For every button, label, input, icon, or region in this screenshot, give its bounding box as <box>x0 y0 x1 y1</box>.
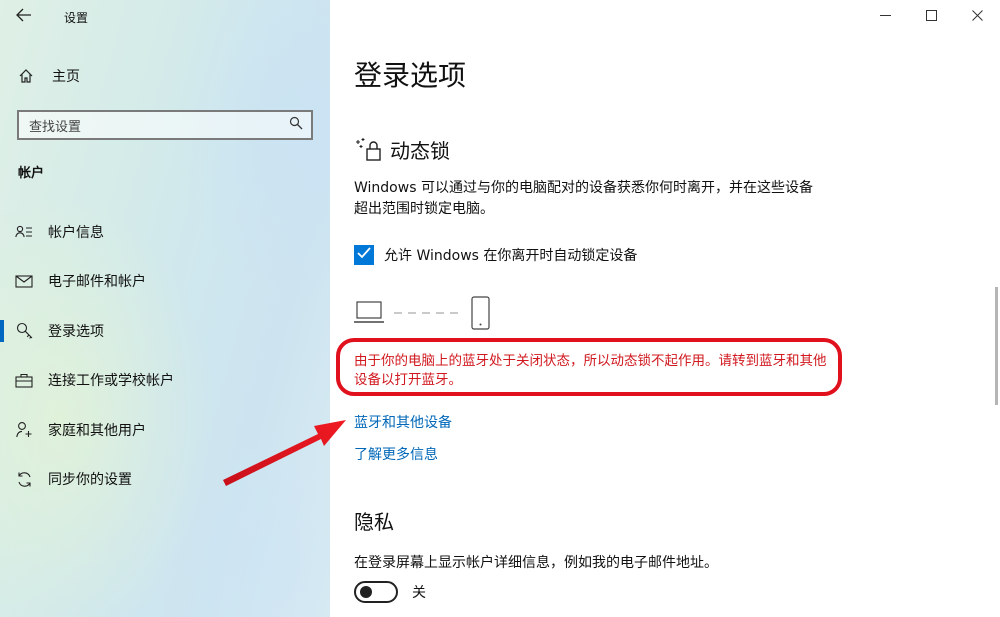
dynamic-lock-checkbox-row[interactable]: 允许 Windows 在你离开时自动锁定设备 <box>354 245 637 265</box>
laptop-icon <box>354 301 384 323</box>
sidebar-nav: 帐户信息 电子邮件和帐户 登录选项 连接工作或学校帐户 家庭和其他用户 同步你的… <box>0 207 330 504</box>
back-button[interactable] <box>0 0 48 34</box>
sidebar-item-label: 连接工作或学校帐户 <box>48 373 174 390</box>
sidebar-item-label: 电子邮件和帐户 <box>48 274 146 291</box>
page-title: 登录选项 <box>354 59 467 92</box>
maximize-button[interactable] <box>908 0 954 34</box>
back-arrow-icon <box>16 7 32 27</box>
search-icon <box>289 116 303 134</box>
person-add-icon <box>0 421 48 438</box>
privacy-heading: 隐私 <box>354 510 394 534</box>
dynamic-lock-checkbox[interactable] <box>354 245 374 265</box>
dynamic-lock-icon <box>354 136 386 164</box>
home-label: 主页 <box>52 69 80 85</box>
sidebar-item-home[interactable]: 主页 <box>0 58 330 94</box>
sidebar-item-sign-in-options[interactable]: 登录选项 <box>0 306 330 356</box>
scrollbar[interactable] <box>995 287 998 405</box>
dynamic-lock-heading: 动态锁 <box>390 139 450 163</box>
account-info-icon <box>0 225 48 239</box>
sync-icon <box>0 471 48 488</box>
phone-icon <box>471 296 490 330</box>
section-title: 帐户 <box>18 166 45 181</box>
sidebar-item-email[interactable]: 电子邮件和帐户 <box>0 257 330 307</box>
title-bar: 设置 <box>0 0 330 34</box>
sidebar: 设置 主页 查找设置 帐户 帐户信息 电子邮件和帐户 登录选项 连接工作或学校帐… <box>0 0 330 617</box>
checkmark-icon <box>357 247 371 263</box>
sidebar-item-label: 同步你的设置 <box>48 472 132 489</box>
minimize-icon <box>879 9 891 25</box>
privacy-toggle-row[interactable]: 关 <box>354 581 426 603</box>
mail-icon <box>0 275 48 288</box>
minimize-button[interactable] <box>862 0 908 34</box>
window-title: 设置 <box>64 10 89 25</box>
sidebar-item-label: 帐户信息 <box>48 224 104 241</box>
sidebar-item-label: 登录选项 <box>48 323 104 340</box>
close-icon <box>971 9 983 25</box>
briefcase-icon <box>0 373 48 388</box>
sidebar-item-family[interactable]: 家庭和其他用户 <box>0 405 330 455</box>
window-controls <box>862 0 1000 34</box>
sidebar-item-label: 家庭和其他用户 <box>48 422 146 439</box>
bluetooth-warning-text: 由于你的电脑上的蓝牙处于关闭状态，所以动态锁不起作用。请转到蓝牙和其他设备以打开… <box>354 353 827 388</box>
learn-more-link[interactable]: 了解更多信息 <box>354 444 438 464</box>
bluetooth-devices-link[interactable]: 蓝牙和其他设备 <box>354 412 452 432</box>
sidebar-item-account-info[interactable]: 帐户信息 <box>0 207 330 257</box>
key-icon <box>0 322 48 340</box>
privacy-toggle-state: 关 <box>412 585 426 601</box>
search-placeholder: 查找设置 <box>29 119 82 135</box>
dynamic-lock-description: Windows 可以通过与你的电脑配对的设备获悉你何时离开，并在这些设备超出范围… <box>354 180 813 217</box>
maximize-icon <box>925 9 937 25</box>
privacy-description: 在登录屏幕上显示帐户详细信息，例如我的电子邮件地址。 <box>354 555 718 571</box>
search-input[interactable]: 查找设置 <box>17 110 313 140</box>
sidebar-item-sync[interactable]: 同步你的设置 <box>0 455 330 505</box>
toggle-knob <box>360 586 372 598</box>
content-pane: 登录选项 动态锁 Windows 可以通过与你的电脑配对的设备获悉你何时离开，并… <box>330 0 1000 617</box>
privacy-toggle[interactable] <box>354 581 398 603</box>
close-button[interactable] <box>954 0 1000 34</box>
dynamic-lock-checkbox-label: 允许 Windows 在你离开时自动锁定设备 <box>384 248 638 264</box>
home-icon <box>0 68 52 84</box>
pairing-illustration <box>354 296 494 332</box>
sidebar-item-work-school[interactable]: 连接工作或学校帐户 <box>0 356 330 406</box>
dynamic-lock-header: 动态锁 <box>354 135 450 164</box>
